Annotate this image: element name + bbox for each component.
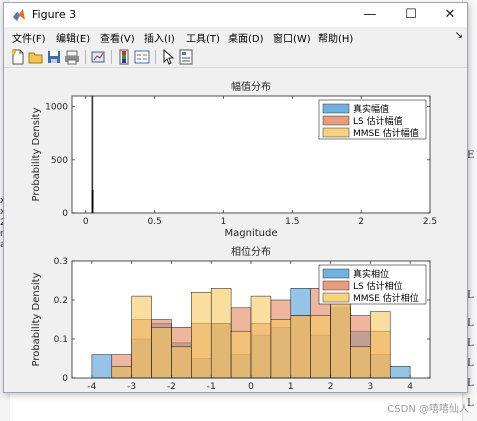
y-tick-label: 0 bbox=[62, 209, 68, 219]
title-bar[interactable]: Figure 3 — ☐ ✕ bbox=[4, 3, 467, 27]
dock-arrow-icon[interactable]: ↘ bbox=[455, 30, 463, 41]
legend-swatch bbox=[322, 115, 350, 126]
figure-plots: 0 0.5 1 1.5 2 2.5 0 500 1000 幅值分布 Magnitude Probabi… bbox=[31, 80, 437, 391]
y-tick-label: 0.2 bbox=[54, 296, 68, 306]
link-plot-icon[interactable] bbox=[90, 49, 106, 65]
print-icon[interactable] bbox=[64, 49, 80, 65]
x-tick-label: -1 bbox=[207, 382, 216, 391]
background-text: L bbox=[467, 358, 474, 369]
histogram-bar bbox=[151, 327, 172, 379]
x-tick-label: -3 bbox=[127, 382, 136, 391]
menu-view[interactable]: 查看(V) bbox=[100, 30, 135, 45]
legend-entry: LS 估计相位 bbox=[353, 280, 403, 292]
y-tick-label: 0.3 bbox=[54, 257, 68, 267]
histogram-bar bbox=[310, 315, 331, 379]
x-tick-label: 4 bbox=[407, 382, 413, 391]
close-button[interactable]: ✕ bbox=[434, 3, 466, 27]
x-tick-label: 0 bbox=[248, 382, 254, 391]
menu-desktop[interactable]: 桌面(D) bbox=[228, 30, 264, 45]
legend-entry: MMSE 估计相位 bbox=[353, 292, 419, 304]
y-tick-label: 0 bbox=[62, 374, 68, 384]
x-tick-label: 0.5 bbox=[147, 217, 161, 227]
menu-insert[interactable]: 插入(I) bbox=[144, 30, 175, 45]
legend-entry: 真实相位 bbox=[353, 268, 389, 280]
minimize-button[interactable]: — bbox=[354, 3, 386, 27]
figure-window: Figure 3 — ☐ ✕ 文件(F) 编辑(E) 查看(V) 插入(I) 工… bbox=[3, 2, 468, 393]
y-tick-label: 0.1 bbox=[54, 335, 68, 345]
legend-swatch bbox=[322, 103, 350, 114]
x-tick-label: 2.5 bbox=[423, 217, 437, 227]
histogram-bar bbox=[270, 319, 292, 379]
x-tick-label: -2 bbox=[167, 382, 176, 391]
histogram-bar bbox=[330, 291, 351, 379]
new-figure-icon[interactable] bbox=[10, 49, 26, 65]
y-axis-label: Probability Density bbox=[31, 272, 42, 366]
legend-swatch bbox=[322, 292, 350, 303]
maximize-button[interactable]: ☐ bbox=[395, 3, 427, 27]
watermark: CSDN @嘻嘻仙人 bbox=[387, 404, 469, 415]
background-text: L bbox=[467, 318, 474, 329]
toolbar-separator bbox=[85, 50, 86, 64]
edit-plot-arrow-icon[interactable] bbox=[160, 49, 176, 65]
histogram-bar bbox=[91, 354, 113, 379]
x-tick-label: 1.5 bbox=[285, 217, 299, 227]
histogram-bar bbox=[191, 291, 212, 379]
histogram-bar bbox=[111, 366, 132, 379]
colorbar-icon[interactable] bbox=[116, 49, 132, 65]
x-axis-label: Magnitude bbox=[225, 228, 278, 239]
menu-file[interactable]: 文件(F) bbox=[12, 30, 46, 45]
legend-swatch bbox=[322, 280, 350, 291]
legend-entry: MMSE 估计幅值 bbox=[353, 127, 419, 139]
x-tick-label: 1 bbox=[221, 217, 227, 227]
save-icon[interactable] bbox=[46, 49, 62, 65]
x-tick-label: 1 bbox=[288, 382, 294, 391]
histogram-bar bbox=[210, 288, 232, 379]
histogram-bar bbox=[290, 315, 311, 379]
axes-title: 幅值分布 bbox=[231, 80, 271, 93]
matlab-logo-icon bbox=[13, 9, 25, 21]
toolbar bbox=[4, 47, 467, 68]
histogram-bar bbox=[350, 346, 371, 379]
histogram-bar bbox=[131, 295, 152, 379]
menu-edit[interactable]: 编辑(E) bbox=[56, 30, 90, 45]
x-tick-label: -4 bbox=[87, 382, 96, 391]
histogram-bar bbox=[171, 346, 192, 379]
y-tick-label: 500 bbox=[51, 156, 68, 166]
figure-canvas[interactable]: 0 0.5 1 1.5 2 2.5 0 500 1000 幅值分布 Magnitude Probabi… bbox=[5, 68, 466, 391]
menu-tools[interactable]: 工具(T) bbox=[186, 30, 220, 45]
legend-swatch bbox=[322, 268, 350, 279]
toolbar-separator bbox=[111, 50, 112, 64]
histogram-bar bbox=[91, 189, 94, 214]
histogram-bar bbox=[250, 295, 272, 379]
histogram-bar bbox=[389, 366, 411, 379]
property-inspector-icon[interactable] bbox=[178, 49, 194, 65]
menu-help[interactable]: 帮助(H) bbox=[318, 30, 353, 45]
legend-entry: 真实幅值 bbox=[353, 103, 389, 115]
toolbar-separator bbox=[155, 50, 156, 64]
legend-entry: LS 估计幅值 bbox=[353, 115, 403, 127]
axes-title: 相位分布 bbox=[231, 245, 271, 258]
x-tick-label: 2 bbox=[328, 382, 334, 391]
legend-icon[interactable] bbox=[134, 49, 150, 65]
open-file-icon[interactable] bbox=[28, 49, 44, 65]
legend-swatch bbox=[322, 127, 350, 138]
x-tick-label: 3 bbox=[367, 382, 373, 391]
y-tick-label: 1000 bbox=[45, 103, 68, 113]
background-text: L bbox=[467, 290, 474, 301]
background-text: L bbox=[467, 338, 474, 349]
x-tick-label: 2 bbox=[358, 217, 364, 227]
histogram-bar bbox=[230, 330, 252, 379]
menu-bar: 文件(F) 编辑(E) 查看(V) 插入(I) 工具(T) 桌面(D) 窗口(W… bbox=[4, 27, 467, 47]
background-text: E bbox=[467, 150, 475, 161]
window-title: Figure 3 bbox=[32, 8, 77, 21]
x-tick-label: 0 bbox=[83, 217, 89, 227]
histogram-bar bbox=[370, 311, 391, 379]
y-axis-label: Probability Density bbox=[31, 107, 42, 201]
menu-window[interactable]: 窗口(W) bbox=[273, 30, 311, 45]
background-text: L bbox=[467, 378, 474, 389]
